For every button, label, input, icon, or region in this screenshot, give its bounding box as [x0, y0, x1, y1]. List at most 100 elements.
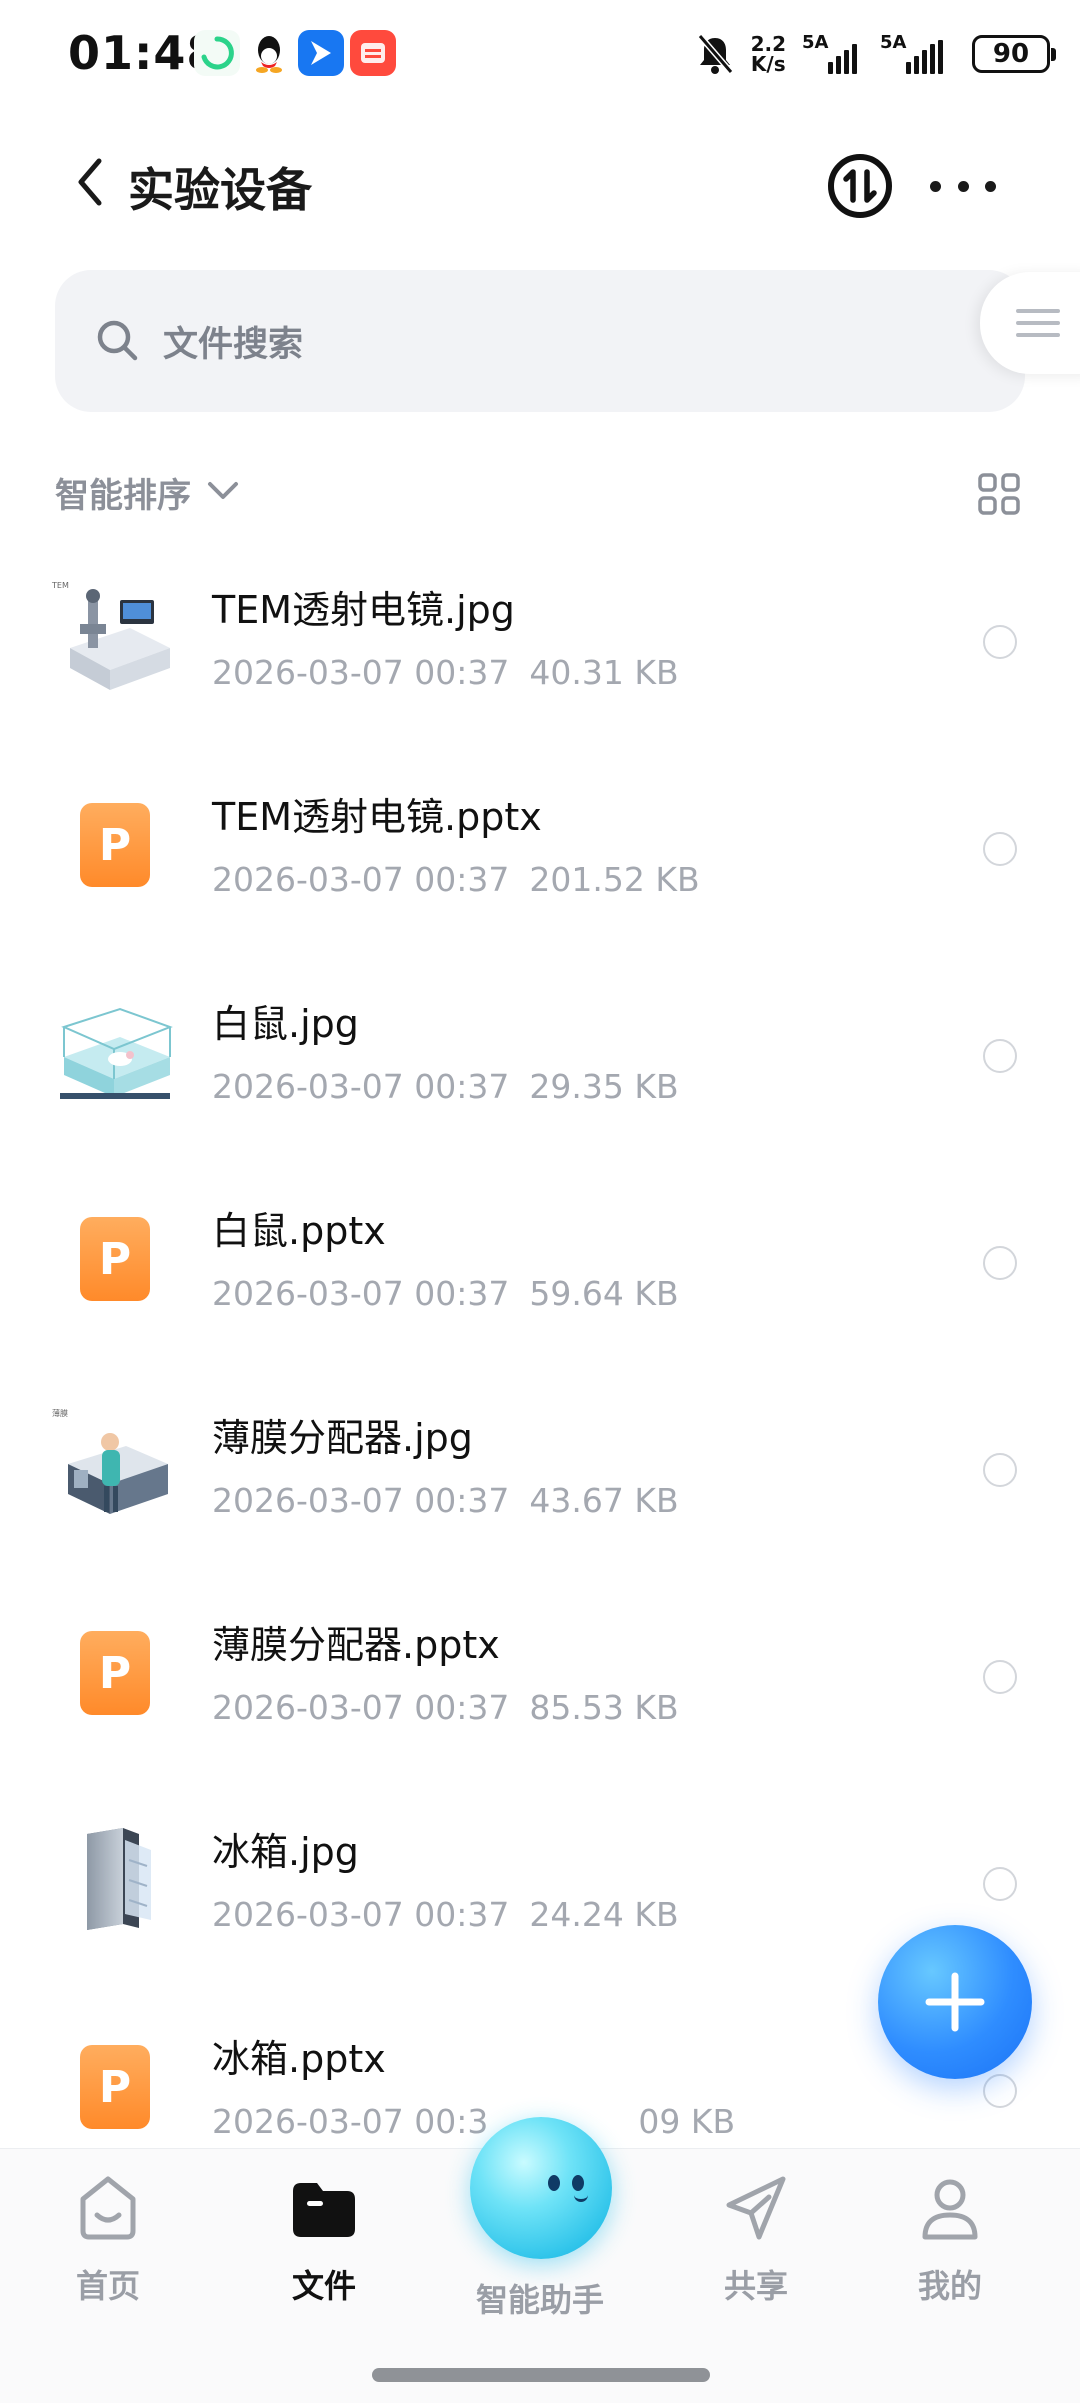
more-dot-icon — [957, 180, 969, 192]
battery-level: 90 — [992, 39, 1030, 69]
nav-files[interactable]: 文件 — [244, 2169, 404, 2329]
file-meta: 2026-03-07 00:37 24.24 KB — [212, 1895, 679, 1934]
select-checkbox[interactable] — [983, 2074, 1017, 2108]
qq-icon — [246, 30, 292, 76]
file-date: 2026-03-07 00:37 — [212, 1481, 510, 1520]
select-checkbox[interactable] — [983, 1453, 1017, 1487]
file-date: 2026-03-07 00:3 — [212, 2102, 489, 2141]
header: 实验设备 — [0, 130, 1080, 240]
page: 01:48 2.2 K/s 5A 5A 90 实验设备 文件搜索 智能排序 TE… — [0, 0, 1080, 2403]
ppt-icon: P — [80, 1631, 150, 1715]
status-bar: 01:48 2.2 K/s 5A 5A 90 — [0, 0, 1080, 110]
ppt-icon: P — [80, 2045, 150, 2129]
net-speed-value: 2.2 — [750, 32, 786, 56]
assistant-orb-icon — [470, 2117, 612, 2259]
pptx-file-icon: P — [50, 2022, 180, 2152]
file-size: 09 KB — [638, 2102, 736, 2141]
file-row[interactable]: TEM TEM透射电镜.jpg 2026-03-07 00:37 40.31 KB — [0, 535, 1080, 742]
file-name: 白鼠.pptx — [212, 1209, 386, 1253]
select-checkbox[interactable] — [983, 625, 1017, 659]
file-date: 2026-03-07 00:37 — [212, 1067, 510, 1106]
net-speed-unit: K/s — [750, 52, 786, 76]
fridge-thumbnail — [50, 1815, 180, 1945]
signal-1-label: 5A — [802, 32, 829, 53]
file-date: 2026-03-07 00:37 — [212, 1688, 510, 1727]
select-checkbox[interactable] — [983, 1867, 1017, 1901]
transfer-icon — [828, 154, 892, 218]
more-button[interactable] — [930, 164, 996, 208]
nav-share[interactable]: 共享 — [676, 2169, 836, 2329]
battery-icon: 90 — [972, 35, 1056, 73]
mouse-cage-thumbnail — [50, 987, 180, 1117]
file-meta: 2026-03-07 00:37 85.53 KB — [212, 1688, 679, 1727]
home-icon — [80, 2176, 136, 2240]
file-name: TEM透射电镜.jpg — [212, 588, 515, 632]
file-meta: 2026-03-07 00:3 09 KB — [212, 2102, 735, 2141]
more-dot-icon — [930, 180, 941, 192]
svg-text:薄膜: 薄膜 — [52, 1408, 68, 1418]
page-title: 实验设备 — [128, 163, 312, 217]
chevron-down-icon[interactable] — [205, 476, 241, 506]
file-date: 2026-03-07 00:37 — [212, 1895, 510, 1934]
select-checkbox[interactable] — [983, 1039, 1017, 1073]
file-date: 2026-03-07 00:37 — [212, 860, 510, 899]
file-name: 冰箱.jpg — [212, 1830, 359, 1874]
network-speed: 2.2 K/s — [751, 34, 786, 74]
home-indicator[interactable] — [372, 2368, 710, 2382]
select-checkbox[interactable] — [983, 1246, 1017, 1280]
ppt-icon-letter: P — [98, 819, 132, 871]
add-button[interactable] — [878, 1925, 1032, 2079]
ppt-icon: P — [80, 1217, 150, 1301]
nav-profile[interactable]: 我的 — [870, 2169, 1030, 2329]
send-icon — [726, 2176, 786, 2240]
file-row[interactable]: P 白鼠.pptx 2026-03-07 00:37 59.64 KB — [0, 1156, 1080, 1363]
signal-1-icon: 5A — [802, 32, 864, 74]
file-size: 43.67 KB — [529, 1481, 679, 1520]
file-name: TEM透射电镜.pptx — [212, 795, 542, 839]
file-row[interactable]: 白鼠.jpg 2026-03-07 00:37 29.35 KB — [0, 949, 1080, 1156]
nav-share-label: 共享 — [723, 2267, 788, 2305]
file-meta: 2026-03-07 00:37 40.31 KB — [212, 653, 679, 692]
file-size: 24.24 KB — [529, 1895, 679, 1934]
feishu-icon — [298, 30, 344, 76]
svg-text:TEM: TEM — [51, 581, 69, 590]
file-date: 2026-03-07 00:37 — [212, 1274, 510, 1313]
file-meta: 2026-03-07 00:37 29.35 KB — [212, 1067, 679, 1106]
nav-files-label: 文件 — [291, 2267, 356, 2305]
nav-profile-label: 我的 — [917, 2267, 982, 2305]
signal-2-icon: 5A — [880, 32, 956, 74]
search-bar[interactable]: 文件搜索 — [55, 270, 1025, 412]
file-date: 2026-03-07 00:37 — [212, 653, 510, 692]
folder-icon — [293, 2183, 355, 2237]
ppt-icon-letter: P — [98, 2061, 132, 2113]
search-icon — [97, 320, 138, 361]
file-name: 薄膜分配器.jpg — [212, 1416, 473, 1460]
transfer-button[interactable] — [826, 152, 894, 220]
file-meta: 2026-03-07 00:37 59.64 KB — [212, 1274, 679, 1313]
list-view-button[interactable] — [980, 272, 1080, 374]
select-checkbox[interactable] — [983, 832, 1017, 866]
file-name: 薄膜分配器.pptx — [212, 1623, 500, 1667]
file-row[interactable]: P 薄膜分配器.pptx 2026-03-07 00:37 85.53 KB — [0, 1570, 1080, 1777]
ppt-icon: P — [80, 803, 150, 887]
grid-view-icon[interactable] — [975, 470, 1023, 518]
list-lines-icon — [1015, 309, 1060, 337]
nav-home-label: 首页 — [75, 2267, 140, 2305]
file-size: 201.52 KB — [529, 860, 700, 899]
taobao-icon — [350, 30, 396, 76]
nav-home[interactable]: 首页 — [28, 2169, 188, 2329]
select-checkbox[interactable] — [983, 1660, 1017, 1694]
search-placeholder: 文件搜索 — [163, 325, 304, 365]
file-row[interactable]: P TEM透射电镜.pptx 2026-03-07 00:37 201.52 KB — [0, 742, 1080, 949]
film-dispenser-thumbnail: 薄膜 — [50, 1401, 180, 1531]
bottom-nav: 首页 文件 智能助手 共享 我的 — [0, 2117, 1080, 2403]
back-button[interactable] — [60, 152, 120, 212]
file-row[interactable]: 薄膜 薄膜分配器.jpg 2026-03-07 00:37 43.67 KB — [0, 1363, 1080, 1570]
plus-icon — [925, 1972, 985, 2032]
file-name: 白鼠.jpg — [212, 1002, 359, 1046]
sort-dropdown[interactable]: 智能排序 — [55, 468, 191, 517]
file-size: 59.64 KB — [529, 1274, 679, 1313]
nav-assistant[interactable]: 智能助手 — [460, 2117, 620, 2329]
file-meta: 2026-03-07 00:37 201.52 KB — [212, 860, 700, 899]
sort-row: 智能排序 — [55, 468, 1025, 518]
